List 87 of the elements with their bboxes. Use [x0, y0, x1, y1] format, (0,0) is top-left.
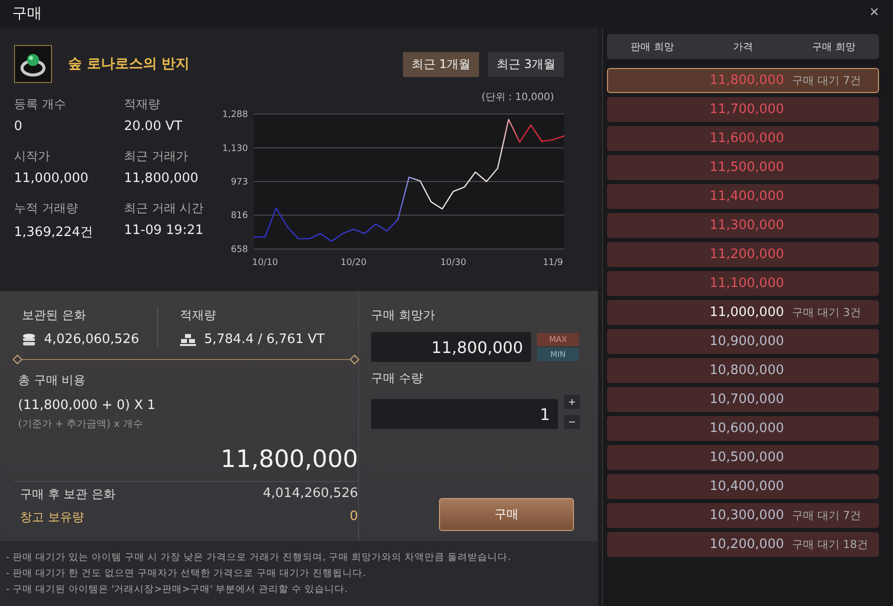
price-level: 11,300,000 — [708, 218, 784, 233]
price-field[interactable]: 11,800,000 — [371, 332, 531, 362]
price-row[interactable]: 10,600,000 — [607, 416, 879, 441]
y-tick-label: 658 — [230, 245, 248, 255]
stat-value: 11-09 19:21 — [124, 223, 204, 238]
total-label: 총 구매 비용 — [18, 372, 87, 389]
y-tick-label: 816 — [230, 211, 248, 222]
price-row[interactable]: 11,800,000 구매 대기 7건 — [607, 68, 879, 93]
summary-value: 4,014,260,526 — [262, 486, 358, 503]
price-level: 11,000,000 — [708, 305, 784, 320]
note-text: - 판매 대기가 한 건도 없으면 구매자가 선택한 가격으로 구매 대기가 진행됩니다. — [6, 567, 367, 580]
stat-label: 최근 거래 시간 — [124, 200, 205, 217]
note-text: - 구매 대기된 아이템은 '거래시장>판매>구매' 부분에서 관리할 수 있습니다. — [6, 583, 349, 596]
stat-value: 11,800,000 — [124, 171, 200, 186]
price-row[interactable]: 10,800,000 — [607, 358, 879, 383]
stat-label: 적재량 — [124, 96, 161, 113]
stat-label: 등록 개수 — [14, 96, 67, 113]
buy-orders: 구매 대기 18건 — [792, 537, 868, 552]
y-tick-label: 1,288 — [222, 110, 248, 120]
item-name: 숲 로나로스의 반지 — [68, 55, 190, 73]
currency-amount: 4,026,060,526 — [44, 332, 140, 347]
buy-orders: 구매 대기 7건 — [792, 508, 861, 523]
y-tick-label: 1,130 — [222, 144, 248, 154]
formula-hint: (기준가 + 추가금액) x 개수 — [18, 418, 144, 431]
price-level: 10,600,000 — [708, 421, 784, 436]
summary-value: 0 — [350, 509, 358, 526]
weight-amount: 5,784.4 / 6,761 VT — [204, 332, 325, 347]
period-tab[interactable]: 최근 1개월 — [403, 52, 479, 76]
close-button[interactable]: × — [870, 4, 879, 22]
price-row[interactable]: 10,400,000 — [607, 474, 879, 499]
note-text: - 판매 대기가 있는 아이템 구매 시 가장 낮은 가격으로 거래가 진행되며, 구매 희망가와의 차액만큼 돌려받습니다. — [6, 551, 512, 564]
column-header: 가격 — [732, 40, 754, 54]
price-level: 10,500,000 — [708, 450, 784, 465]
max-button[interactable]: MAX — [537, 333, 579, 346]
price-row[interactable]: 10,900,000 — [607, 329, 879, 354]
currency-label: 보관된 은화 — [22, 307, 87, 324]
price-label: 구매 희망가 — [371, 307, 436, 324]
ring-icon — [14, 45, 52, 83]
x-tick-label: 10/10 — [252, 258, 278, 268]
price-level: 11,100,000 — [708, 276, 784, 291]
period-tab[interactable]: 최근 3개월 — [488, 52, 564, 76]
price-level: 10,200,000 — [708, 537, 784, 552]
price-level: 10,300,000 — [708, 508, 784, 523]
min-button[interactable]: MIN — [537, 348, 579, 361]
stat-value: 11,000,000 — [14, 171, 90, 186]
x-tick-label: 10/20 — [340, 258, 367, 268]
buy-button[interactable]: 구매 — [439, 498, 574, 531]
price-row[interactable]: 10,300,000 구매 대기 7건 — [607, 503, 879, 528]
summary-label: 창고 보유량 — [20, 509, 84, 526]
price-level: 10,700,000 — [708, 392, 784, 407]
summary-label: 구매 후 보관 은화 — [20, 486, 116, 503]
price-level: 10,400,000 — [708, 479, 784, 494]
y-tick-label: 973 — [230, 178, 248, 188]
window-title: 구매 — [12, 4, 42, 22]
bars-icon — [180, 334, 196, 346]
price-row[interactable]: 11,000,000 구매 대기 3건 — [607, 300, 879, 325]
price-level: 10,900,000 — [708, 334, 784, 349]
stat-value: 0 — [14, 119, 24, 134]
buy-orders: 구매 대기 7건 — [792, 73, 861, 88]
price-level: 11,800,000 — [708, 73, 784, 88]
price-row[interactable]: 10,700,000 — [607, 387, 879, 412]
quantity-label: 구매 수량 — [371, 370, 424, 387]
buy-orders: 구매 대기 3건 — [792, 305, 861, 320]
price-row[interactable]: 10,500,000 — [607, 445, 879, 470]
weight-label: 적재량 — [180, 307, 218, 324]
price-level: 11,200,000 — [708, 247, 784, 262]
total-amount: 11,800,000 — [220, 445, 358, 473]
price-level: 11,500,000 — [708, 160, 784, 175]
x-tick-label: 10/30 — [440, 258, 466, 268]
price-level: 11,400,000 — [708, 189, 784, 204]
price-level: 11,600,000 — [708, 131, 784, 146]
column-header: 판매 희망 — [630, 40, 675, 54]
stat-label: 시작가 — [14, 148, 51, 165]
column-header: 구매 희망 — [811, 40, 856, 54]
price-level: 10,800,000 — [708, 363, 784, 378]
quantity-field[interactable]: 1 — [371, 399, 558, 429]
decrease-button[interactable]: − — [564, 415, 580, 429]
stat-label: 누적 거래량 — [14, 200, 79, 217]
coin-stack-icon — [22, 332, 36, 346]
chart-unit: (단위 : 10,000) — [481, 91, 554, 104]
price-row[interactable]: 10,200,000 구매 대기 18건 — [607, 532, 879, 557]
x-tick-label: 11/9 — [542, 258, 564, 268]
stat-value: 1,369,224건 — [14, 224, 94, 241]
price-level: 11,700,000 — [708, 102, 784, 117]
stat-value: 20.00 VT — [124, 119, 184, 134]
increase-button[interactable]: + — [564, 395, 580, 409]
cost-formula: (11,800,000 + 0) X 1 — [18, 398, 156, 413]
